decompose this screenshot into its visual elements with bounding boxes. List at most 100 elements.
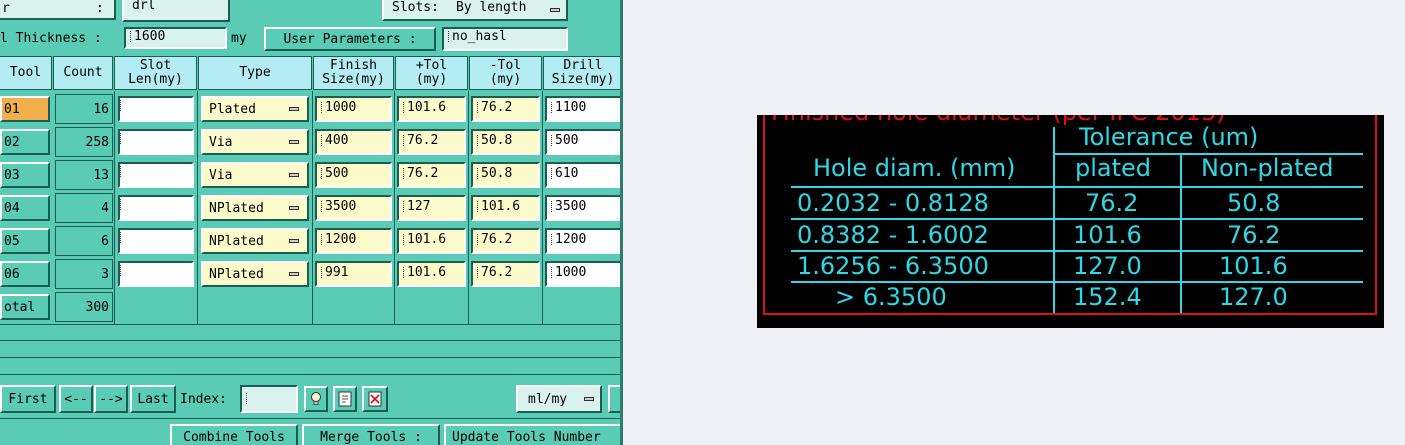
text-cursor-icon (246, 393, 249, 404)
update-tools-number-button[interactable]: Update Tools Number (444, 424, 620, 445)
tool-button-01[interactable]: 01 (0, 96, 50, 122)
count-cell: 3 (55, 259, 113, 289)
drill-size-input[interactable]: 1000 (545, 261, 620, 287)
minus-tol-input[interactable]: 50.8 (471, 129, 540, 155)
col-header-drill-l1: Drill (563, 58, 603, 73)
col-header-count: Count (53, 56, 113, 90)
minus-tol-input[interactable]: 76.2 (471, 228, 540, 254)
slot-length-input[interactable] (118, 96, 194, 122)
drill-size-input[interactable]: 1100 (545, 96, 620, 122)
type-selector[interactable]: NPlated (201, 195, 309, 221)
minus-tol-value: 76.2 (481, 100, 513, 115)
col-header-slot: Slot Len(my) (114, 56, 197, 90)
plus-tol-input[interactable]: 76.2 (397, 129, 466, 155)
partial-selector[interactable]: r : (0, 0, 116, 20)
tolerance-group-header: Tolerance (um) (1079, 123, 1259, 151)
plus-tol-input[interactable]: 101.6 (397, 261, 466, 287)
tolerance-plated: 152.4 (1073, 283, 1142, 311)
type-value: NPlated (209, 200, 264, 216)
minus-tol-input[interactable]: 101.6 (471, 195, 540, 221)
chevron-down-icon (289, 239, 299, 243)
first-button-label: First (8, 391, 48, 407)
find-button[interactable] (333, 386, 357, 412)
last-button[interactable]: Last (130, 385, 176, 413)
combine-tools-button[interactable]: Combine Tools (170, 424, 298, 445)
plus-tol-value: 127 (407, 199, 431, 214)
finish-size-input[interactable]: 400 (315, 129, 392, 155)
finish-size-input[interactable]: 1000 (315, 96, 392, 122)
tool-button-02[interactable]: 02 (0, 129, 50, 155)
horizontal-scrollbar[interactable] (0, 340, 620, 358)
slot-length-input[interactable] (118, 129, 194, 155)
type-selector[interactable]: Via (201, 162, 309, 188)
minus-tol-input[interactable]: 76.2 (471, 261, 540, 287)
find-replace-icon (338, 391, 352, 407)
tool-button-03[interactable]: 03 (0, 162, 50, 188)
drill-layer-value: drl (132, 0, 156, 13)
text-cursor-icon (477, 267, 480, 278)
minus-tol-input[interactable]: 76.2 (471, 96, 540, 122)
tolerance-nonplated: 76.2 (1227, 221, 1281, 249)
drill-size-input[interactable]: 610 (545, 162, 620, 188)
minus-tol-input[interactable]: 50.8 (471, 162, 540, 188)
col-header-tool-l1: Tool (9, 65, 42, 80)
delete-button[interactable] (362, 386, 388, 412)
total-button[interactable]: otal (0, 294, 50, 320)
finish-size-input[interactable]: 3500 (315, 195, 392, 221)
table-line (1180, 153, 1182, 313)
tool-button-06[interactable]: 06 (0, 261, 50, 287)
total-label: otal (4, 299, 36, 315)
type-selector[interactable]: Via (201, 129, 309, 155)
col-header-finish-l2: Size(my) (322, 72, 385, 87)
plus-tol-input[interactable]: 127 (397, 195, 466, 221)
minus-tol-value: 76.2 (481, 232, 513, 247)
plus-tol-input[interactable]: 101.6 (397, 228, 466, 254)
table-grid-line (394, 91, 395, 324)
drill-layer-field[interactable]: drl (122, 0, 230, 22)
plus-tol-input[interactable]: 101.6 (397, 96, 466, 122)
index-input[interactable] (240, 385, 298, 413)
type-selector[interactable]: Plated (201, 96, 309, 122)
side-button[interactable] (608, 385, 620, 413)
bulb-button[interactable] (304, 386, 328, 412)
lightbulb-icon (311, 392, 321, 405)
thickness-input[interactable]: 1600 (124, 27, 227, 49)
col-header-minus-tol-l2: (my) (489, 72, 522, 87)
drill-size-value: 500 (555, 133, 579, 148)
slot-length-input[interactable] (118, 261, 194, 287)
slot-length-input[interactable] (118, 228, 194, 254)
units-value: ml/my (528, 392, 568, 407)
total-count-value: 300 (85, 299, 109, 315)
chevron-down-icon (550, 8, 560, 12)
next-button[interactable]: --> (94, 385, 128, 413)
drill-size-input[interactable]: 1200 (545, 228, 620, 254)
update-tools-number-label: Update Tools Number (452, 429, 601, 445)
delete-icon (368, 391, 382, 407)
merge-tools-button[interactable]: Merge Tools : (302, 424, 440, 445)
col-header-finish: Finish Size(my) (313, 56, 394, 90)
user-parameters-field[interactable]: no_hasl (442, 27, 568, 51)
drill-size-input[interactable]: 500 (545, 129, 620, 155)
first-button[interactable]: First (0, 385, 56, 413)
plus-tol-input[interactable]: 76.2 (397, 162, 466, 188)
chevron-down-icon (289, 272, 299, 276)
finish-size-input[interactable]: 1200 (315, 228, 392, 254)
slot-length-input[interactable] (118, 195, 194, 221)
slots-selector[interactable]: Slots: By length (382, 0, 568, 21)
type-selector[interactable]: NPlated (201, 261, 309, 287)
units-selector[interactable]: ml/my (516, 385, 602, 413)
col-header-plus-tol: +Tol (my) (395, 56, 468, 90)
tolerance-range: > 6.3500 (835, 283, 947, 311)
type-selector[interactable]: NPlated (201, 228, 309, 254)
finish-size-input[interactable]: 500 (315, 162, 392, 188)
panel-divider (620, 0, 623, 445)
tool-button-04[interactable]: 04 (0, 195, 50, 221)
user-parameters-button[interactable]: User Parameters : (264, 27, 436, 51)
drill-size-input[interactable]: 3500 (545, 195, 620, 221)
finish-size-input[interactable]: 991 (315, 261, 392, 287)
tool-button-05[interactable]: 05 (0, 228, 50, 254)
plus-tol-value: 101.6 (407, 265, 447, 280)
slot-length-input[interactable] (118, 162, 194, 188)
count-cell: 13 (55, 160, 113, 190)
previous-button[interactable]: <-- (59, 385, 93, 413)
